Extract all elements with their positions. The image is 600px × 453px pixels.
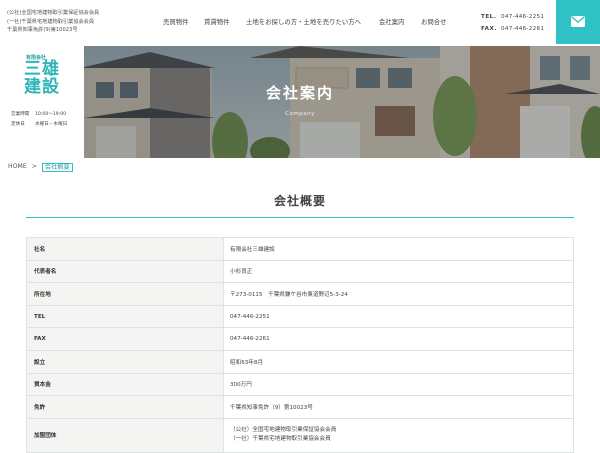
nav-item-contact[interactable]: お問合せ: [421, 17, 447, 26]
table-row: 資本金 300万円: [26, 372, 574, 397]
row-label: 免許: [26, 395, 224, 419]
business-hours: 営業時間 10:00～19:00 定休日 水曜日・木曜日: [11, 110, 67, 130]
mail-button[interactable]: [556, 0, 600, 44]
row-label: TEL: [26, 304, 224, 329]
row-value: 300万円: [223, 372, 574, 397]
hero-banner: 会社案内 Company: [0, 46, 600, 158]
association-line: 千葉県知事免許(9)第10023号: [7, 27, 78, 34]
row-value: 千葉県知事免許（9）第10023号: [223, 395, 574, 419]
nav-item-rental[interactable]: 賃貸物件: [204, 17, 230, 26]
site-header: (公社)全国宅地建物取引業保証協会会員 (一社)千葉県宅地建物取引業協会会員 千…: [0, 0, 600, 46]
logo-line: 建設: [24, 77, 60, 97]
row-value: （公社）全国宅地建物取引業保証協会会員 （一社）千葉県宅地建物取引業協会会員: [223, 417, 574, 453]
membership-line: （一社）千葉県宅地建物取引業協会会員: [230, 436, 331, 443]
tel-number[interactable]: 047-446-2251: [501, 14, 544, 20]
row-label: 資本金: [26, 372, 224, 397]
hours-label: 営業時間: [11, 112, 30, 117]
contact-info: TEL. 047-446-2251 FAX. 047-446-2261: [481, 12, 544, 35]
row-value: 〒273-0115 千葉県鎌ケ谷市東道野辺5-3-24: [223, 282, 574, 306]
logo[interactable]: 三雄 建設: [24, 60, 60, 96]
section-title: 会社概要: [273, 194, 326, 208]
nav-item-company[interactable]: 会社案内: [379, 17, 405, 26]
row-value: 047-446-2251: [223, 304, 574, 329]
nav-item-sales[interactable]: 売買物件: [163, 17, 189, 26]
fax-label: FAX.: [481, 25, 497, 32]
row-value: 昭和63年8月: [223, 349, 574, 374]
logo-line: 三雄: [24, 59, 60, 79]
tel-label: TEL.: [481, 14, 497, 20]
envelope-icon: [571, 16, 585, 27]
table-row: 免許 千葉県知事免許（9）第10023号: [26, 395, 574, 419]
breadcrumb-separator: >: [31, 163, 37, 170]
row-label: 社名: [26, 237, 224, 261]
table-row: 社名 有限会社三雄建設: [26, 237, 574, 261]
row-label: 設立: [26, 349, 224, 374]
holiday-value: 水曜日・木曜日: [35, 122, 68, 127]
breadcrumb: HOME > 会社概要: [8, 162, 73, 172]
section-divider: [26, 217, 574, 218]
page-title: 会社案内: [265, 84, 334, 102]
holiday-label: 定休日: [11, 122, 25, 127]
row-value: 小杉良正: [223, 259, 574, 284]
fax-number: 047-446-2261: [501, 25, 545, 32]
membership-line: （公社）全国宅地建物取引業保証協会会員: [230, 426, 337, 433]
table-row: 所在地 〒273-0115 千葉県鎌ケ谷市東道野辺5-3-24: [26, 282, 574, 306]
company-info-table: 社名 有限会社三雄建設 代表者名 小杉良正 所在地 〒273-0115 千葉県鎌ケ谷市…: [26, 237, 574, 453]
table-row: TEL 047-446-2251: [26, 304, 574, 329]
logo-card[interactable]: 有限会社 三雄 建設 営業時間 10:00～19:00 定休日 水曜日・木曜日: [0, 46, 84, 158]
row-label: 代表者名: [26, 259, 224, 284]
table-row: 設立 昭和63年8月: [26, 349, 574, 374]
page-subtitle: Company: [285, 111, 315, 117]
nav-item-land[interactable]: 土地をお探しの方・土地を売りたい方へ: [246, 17, 361, 26]
row-label: 加盟団体: [26, 417, 224, 453]
row-value: 047-446-2261: [223, 327, 574, 351]
table-row: 代表者名 小杉良正: [26, 259, 574, 284]
row-value: 有限会社三雄建設: [223, 237, 574, 261]
hours-value: 10:00～19:00: [35, 112, 67, 117]
breadcrumb-home[interactable]: HOME: [8, 163, 27, 170]
table-row: 加盟団体 （公社）全国宅地建物取引業保証協会会員 （一社）千葉県宅地建物取引業協…: [26, 417, 574, 453]
breadcrumb-current: 会社概要: [41, 163, 73, 172]
row-label: FAX: [26, 327, 224, 351]
row-label: 所在地: [26, 282, 224, 306]
table-row: FAX 047-446-2261: [26, 327, 574, 351]
